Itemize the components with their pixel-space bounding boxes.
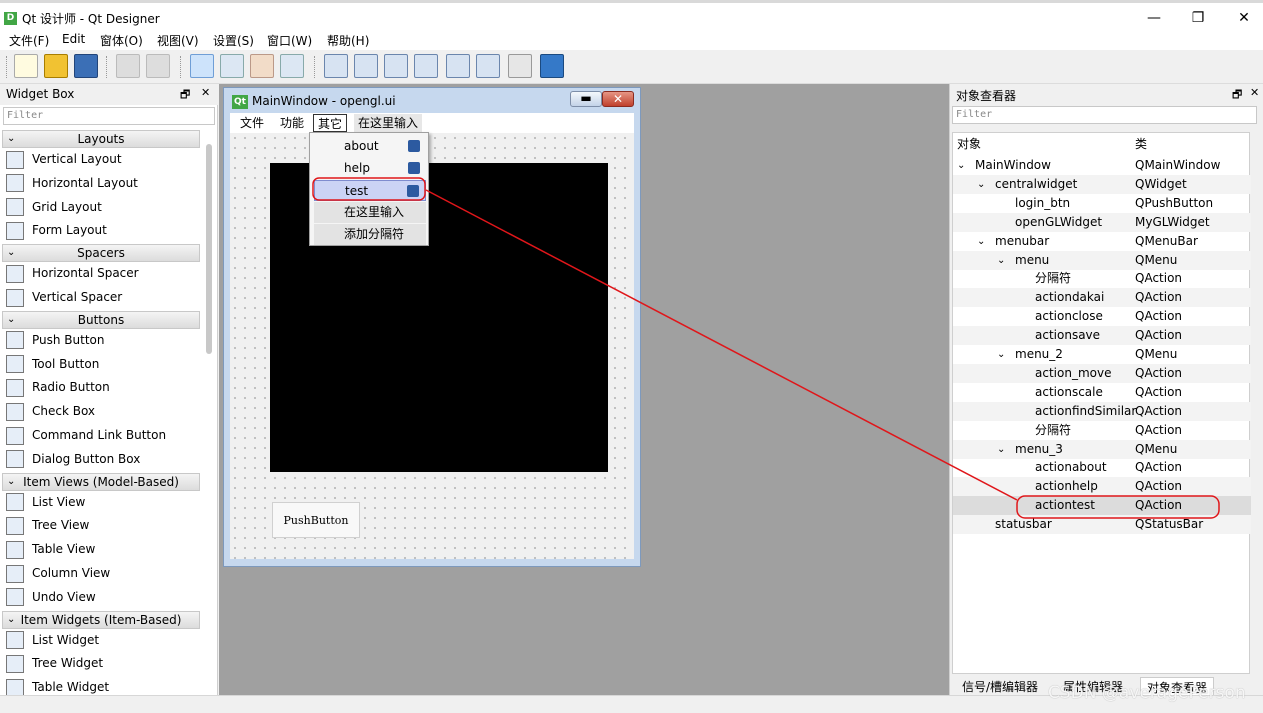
annotation-box-actiontest xyxy=(1016,495,1220,519)
annotation-overlay xyxy=(312,177,1220,519)
annotation-box-test xyxy=(312,177,426,201)
annotation-arrow xyxy=(425,189,1018,501)
watermark: CSDN @averagePerson xyxy=(1048,683,1246,703)
